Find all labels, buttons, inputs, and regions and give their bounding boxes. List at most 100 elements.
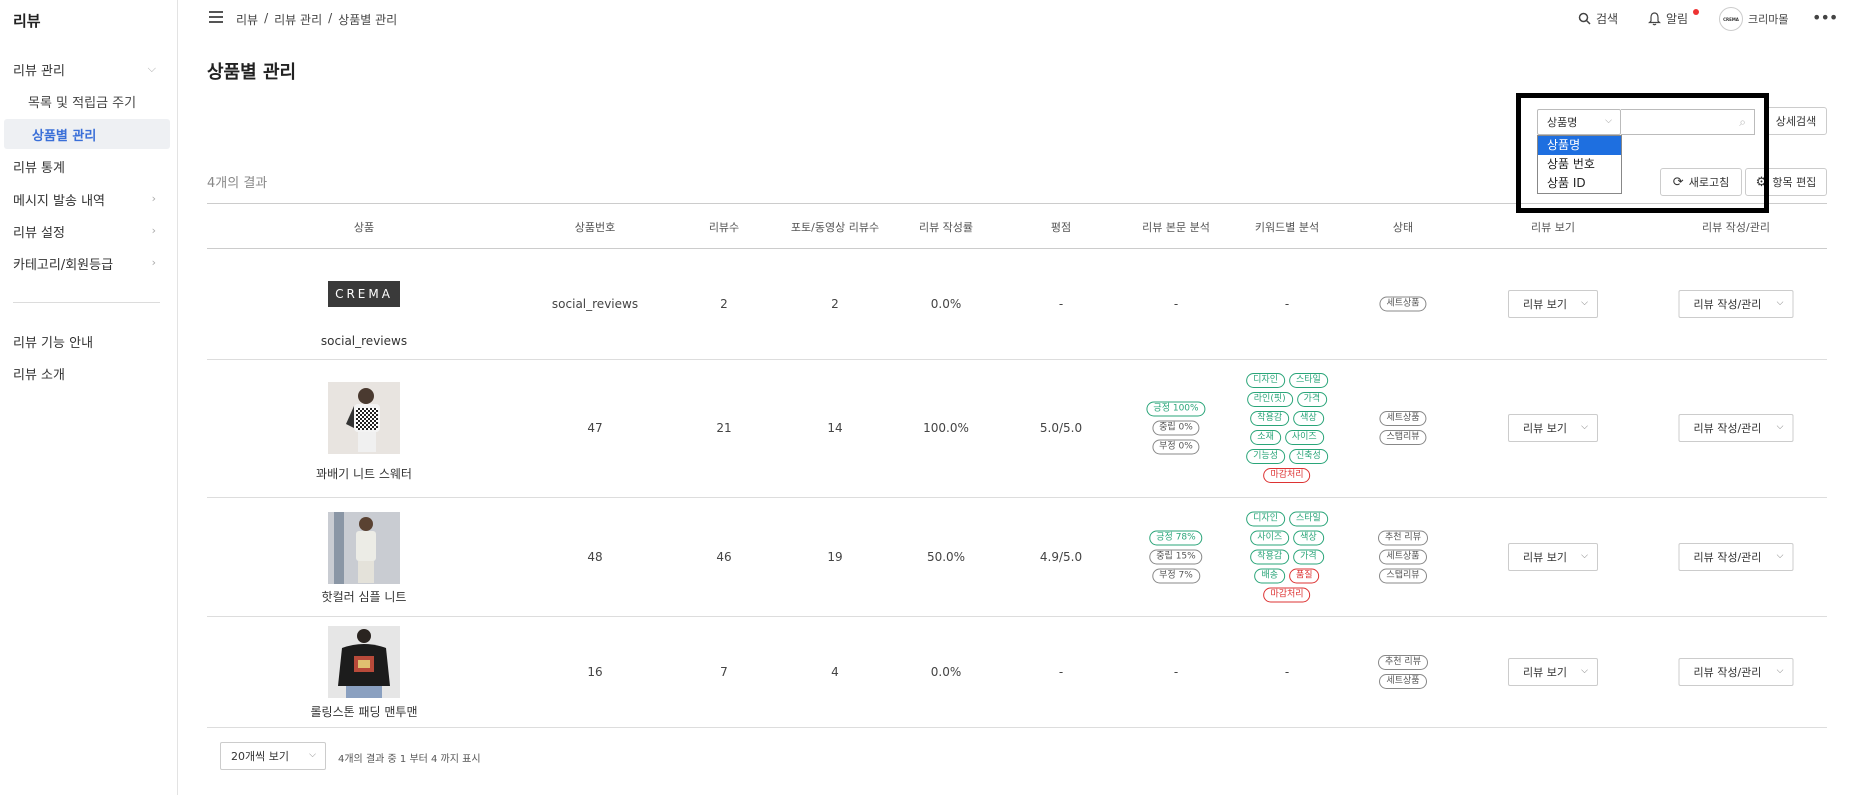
view-reviews-dropdown[interactable]: 리뷰 보기 ⌵: [1508, 290, 1598, 318]
sidebar-item-feature-guide[interactable]: 리뷰 기능 안내: [0, 326, 170, 356]
product-name[interactable]: 핫컬러 심플 니트: [322, 588, 407, 605]
sidebar-item-label: 상품별 관리: [32, 128, 97, 144]
manage-reviews-dropdown[interactable]: 리뷰 작성/관리 ⌵: [1678, 290, 1794, 318]
column-header-rate: 리뷰 작성률: [918, 221, 974, 234]
notification-dot: [1693, 9, 1699, 15]
sentiment-positive-badge: 긍정 78%: [1149, 530, 1203, 546]
keyword-badge: 착용감: [1250, 549, 1290, 565]
avatar: CREMA: [1719, 7, 1743, 31]
score: 5.0/5.0: [1039, 421, 1083, 435]
sentiment-positive-badge: 긍정 100%: [1146, 401, 1206, 417]
keyword-badge: 착용감: [1250, 411, 1290, 426]
chevron-down-icon: ⌵: [1776, 422, 1784, 432]
alert-button[interactable]: 알림: [1648, 10, 1688, 27]
search-field-select[interactable]: 상품명 ⌵: [1537, 109, 1621, 135]
sidebar-item-label: 카테고리/회원등급: [13, 257, 114, 273]
hamburger-menu-icon[interactable]: [209, 11, 223, 23]
status-tags: 세트상품: [1378, 296, 1427, 313]
crema-logo: CREMA: [328, 281, 400, 307]
keyword-badge-negative: 마감처리: [1263, 587, 1311, 603]
score: 4.9/5.0: [1039, 550, 1083, 564]
user-menu[interactable]: CREMA 크리마몰: [1719, 7, 1788, 31]
keyword-badge: 사이즈: [1284, 430, 1324, 445]
product-name[interactable]: 롤링스톤 패딩 맨투맨: [311, 703, 418, 720]
sidebar: 리뷰 리뷰 관리 ⌵ 목록 및 적립금 주기 상품별 관리 리뷰 통계 메시지 발…: [0, 0, 178, 795]
sidebar-item-product-management[interactable]: 상품별 관리: [4, 119, 170, 149]
sidebar-item-list-rewards[interactable]: 목록 및 적립금 주기: [0, 86, 170, 116]
sidebar-item-message-history[interactable]: 메시지 발송 내역 ›: [0, 184, 170, 214]
review-rate: 100.0%: [923, 421, 969, 435]
column-header-product: 상품: [353, 221, 375, 234]
product-image[interactable]: [328, 626, 400, 702]
product-name[interactable]: 꽈배기 니트 스웨터: [316, 465, 412, 482]
sentiment-negative-badge: 부정 0%: [1152, 439, 1200, 455]
table-header: 상품 상품번호 리뷰수 포토/동영상 리뷰수 리뷰 작성률 평점 리뷰 본문 분…: [207, 203, 1827, 249]
manage-reviews-dropdown[interactable]: 리뷰 작성/관리 ⌵: [1678, 543, 1794, 571]
keyword-badge: 디자인: [1246, 373, 1285, 388]
product-code: 47: [587, 421, 603, 435]
refresh-label: 새로고침: [1688, 176, 1730, 189]
breadcrumb-item-current: 상품별 관리: [338, 13, 398, 27]
manage-reviews-dropdown[interactable]: 리뷰 작성/관리 ⌵: [1678, 414, 1794, 442]
product-image[interactable]: CREMA: [328, 281, 400, 307]
refresh-button[interactable]: ⟳ 새로고침: [1660, 168, 1742, 196]
detail-search-button[interactable]: 상세검색: [1765, 107, 1827, 135]
more-options-icon[interactable]: •••: [1812, 8, 1838, 27]
sentiment-analysis: -: [1173, 297, 1179, 311]
manage-reviews-label: 리뷰 작성/관리: [1693, 551, 1762, 564]
search-button[interactable]: 검색: [1578, 10, 1618, 27]
option-product-number[interactable]: 상품 번호: [1538, 155, 1621, 174]
status-tags: 추천 리뷰 세트상품 스탭리뷰: [1377, 530, 1429, 585]
sidebar-item-review-settings[interactable]: 리뷰 설정 ›: [0, 216, 170, 246]
manage-reviews-dropdown[interactable]: 리뷰 작성/관리 ⌵: [1678, 658, 1794, 686]
product-name[interactable]: social_reviews: [321, 334, 407, 348]
edit-columns-button[interactable]: ⚙ 항목 편집: [1745, 168, 1827, 196]
breadcrumb-item-review-management[interactable]: 리뷰 관리: [274, 11, 322, 28]
result-count: 4개의 결과: [207, 176, 268, 191]
status-badge: 세트상품: [1379, 674, 1427, 689]
keyword-badge: 라인(핏): [1246, 392, 1293, 407]
keyword-analysis: 디자인 스타일 사이즈 색상 착용감 가격 배송 품질 마감처리: [1245, 511, 1329, 604]
sentiment-analysis: -: [1173, 665, 1179, 679]
score: -: [1058, 665, 1064, 679]
alert-label: 알림: [1666, 12, 1689, 26]
product-image[interactable]: [328, 382, 400, 458]
sidebar-item-label: 리뷰 통계: [13, 160, 65, 176]
sentiment-neutral-badge: 중립 15%: [1149, 549, 1203, 565]
manage-reviews-label: 리뷰 작성/관리: [1693, 422, 1762, 435]
sidebar-item-label: 메시지 발송 내역: [13, 193, 105, 209]
breadcrumb-separator: /: [328, 11, 333, 25]
search-icon: [1578, 12, 1591, 25]
table-row: 꽈배기 니트 스웨터 47 21 14 100.0% 5.0/5.0 긍정 10…: [207, 360, 1827, 498]
search-input[interactable]: ⌕: [1621, 109, 1755, 135]
page-title: 상품별 관리: [207, 62, 297, 83]
view-reviews-dropdown[interactable]: 리뷰 보기 ⌵: [1508, 658, 1598, 686]
chevron-down-icon: ⌵: [1581, 666, 1588, 676]
view-reviews-dropdown[interactable]: 리뷰 보기 ⌵: [1508, 543, 1598, 571]
keyword-badge: 배송: [1254, 568, 1285, 584]
sidebar-item-review-intro[interactable]: 리뷰 소개: [0, 358, 170, 388]
manage-reviews-label: 리뷰 작성/관리: [1693, 298, 1762, 311]
status-tags: 추천 리뷰 세트상품: [1377, 654, 1429, 690]
column-header-manage: 리뷰 작성/관리: [1702, 221, 1770, 234]
breadcrumb-item-review[interactable]: 리뷰: [236, 11, 258, 28]
option-product-name[interactable]: 상품명: [1538, 136, 1621, 155]
sidebar-item-review-management[interactable]: 리뷰 관리 ⌵: [0, 54, 170, 84]
chevron-down-icon: ⌵: [1776, 666, 1784, 676]
keyword-badge: 가격: [1293, 549, 1324, 565]
sentiment-analysis: 긍정 78% 중립 15% 부정 7%: [1148, 530, 1203, 585]
review-count: 7: [720, 665, 728, 679]
column-header-view: 리뷰 보기: [1531, 221, 1575, 234]
option-product-id[interactable]: 상품 ID: [1538, 174, 1621, 193]
product-image[interactable]: [328, 512, 400, 588]
status-tags: 세트상품 스탭리뷰: [1378, 410, 1427, 446]
sidebar-item-category-grade[interactable]: 카테고리/회원등급 ›: [0, 248, 170, 278]
view-reviews-dropdown[interactable]: 리뷰 보기 ⌵: [1508, 414, 1598, 442]
chevron-right-icon: ›: [151, 256, 156, 269]
keyword-badge: 스타일: [1289, 511, 1328, 527]
sidebar-item-review-stats[interactable]: 리뷰 통계: [0, 151, 170, 181]
search-select-value: 상품명: [1547, 116, 1578, 129]
per-page-select[interactable]: 20개씩 보기 ⌵: [220, 742, 326, 770]
search-icon: ⌕: [1739, 115, 1746, 129]
sentiment-analysis: 긍정 100% 중립 0% 부정 0%: [1145, 401, 1206, 456]
